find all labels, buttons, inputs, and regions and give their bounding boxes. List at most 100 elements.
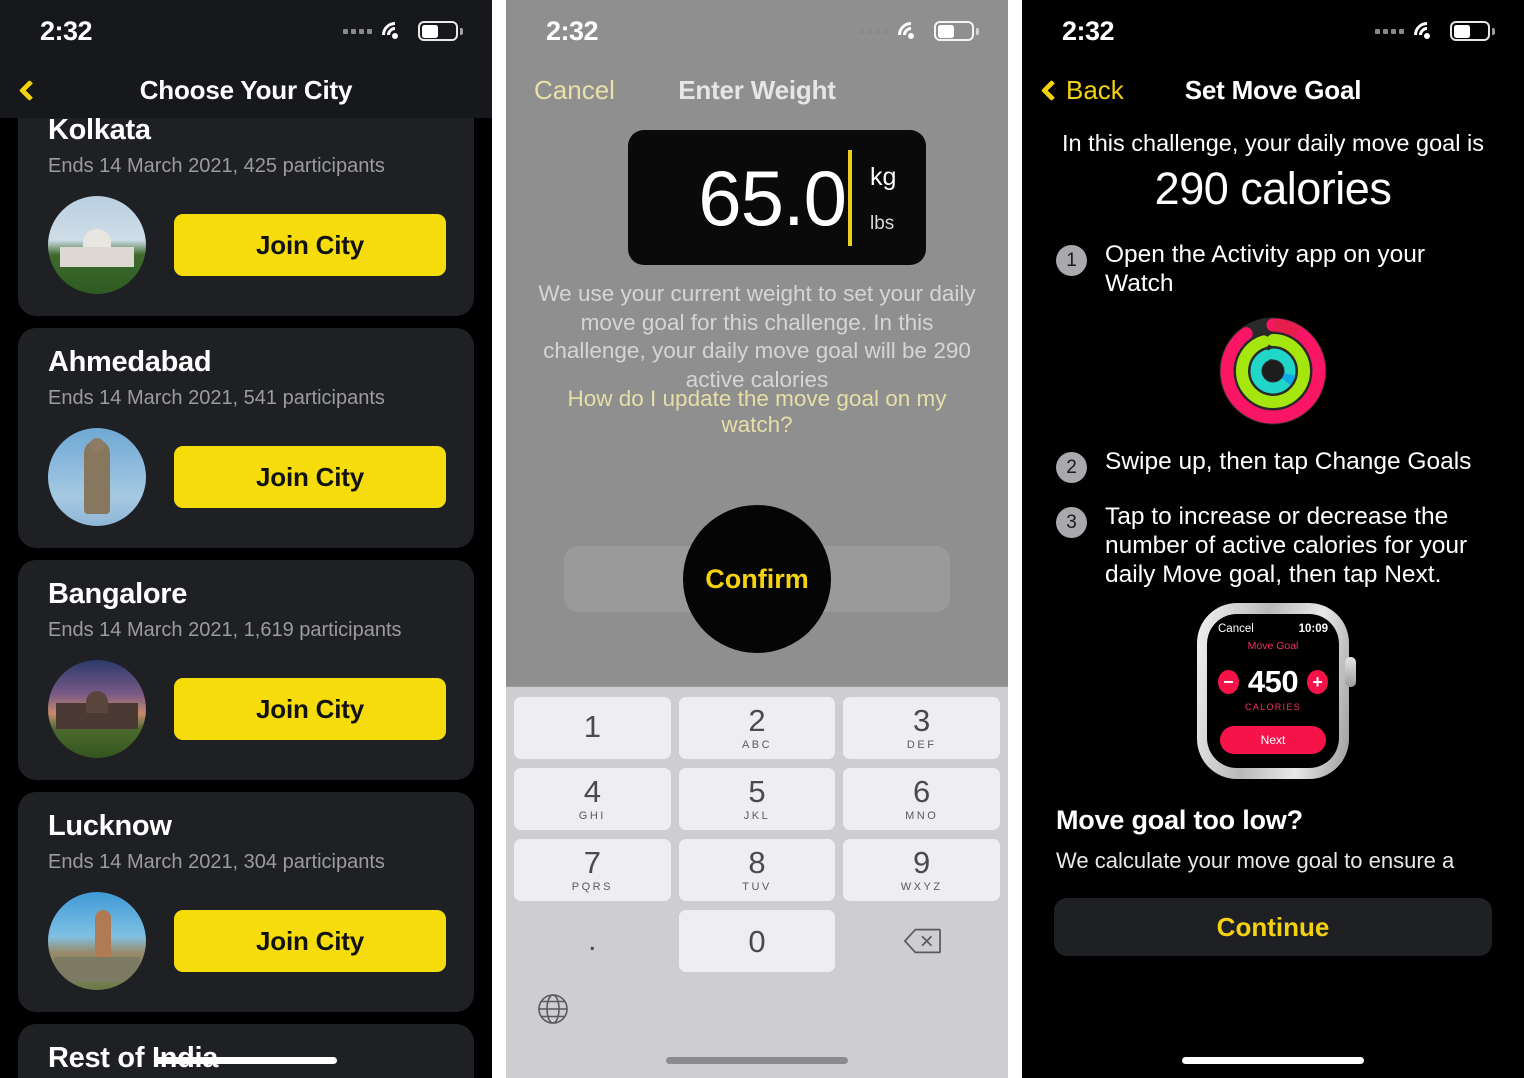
key-6[interactable]: 6 MNO — [843, 768, 1001, 830]
instruction-step-1: 1 Open the Activity app on your Watch — [1044, 241, 1502, 298]
join-city-button[interactable]: Join City — [174, 910, 446, 972]
city-thumbnail — [48, 660, 146, 758]
nav-bar: Choose Your City — [0, 62, 492, 118]
cellular-dots-icon — [859, 28, 888, 34]
instruction-step-2: 2 Swipe up, then tap Change Goals — [1044, 448, 1502, 484]
key-0[interactable]: 0 — [678, 910, 836, 972]
city-list[interactable]: Kolkata Ends 14 March 2021, 425 particip… — [0, 118, 492, 1078]
nav-bar: Cancel Enter Weight — [506, 62, 1008, 118]
home-indicator — [666, 1057, 848, 1064]
cellular-dots-icon — [1375, 28, 1404, 34]
status-bar-time: 2:32 — [546, 15, 599, 46]
watch-time: 10:09 — [1298, 623, 1328, 636]
unit-lbs[interactable]: lbs — [870, 213, 926, 235]
key-7[interactable]: 7 PQRS — [514, 839, 671, 901]
numeric-keypad[interactable]: 1 2 ABC 3 DEF 4 GHI 5 JKL 6 MNO 7 PQRS 8… — [506, 686, 1008, 1078]
backspace-icon[interactable] — [843, 910, 1000, 972]
weight-description: We use your current weight to set your d… — [538, 281, 976, 392]
key-4[interactable]: 4 GHI — [514, 768, 671, 830]
status-bar-indicators — [859, 16, 979, 53]
status-bar: 2:32 — [0, 0, 492, 62]
city-name: Lucknow — [48, 810, 172, 842]
city-thumbnail — [48, 196, 146, 294]
nav-bar: Back Set Move Goal — [1022, 62, 1524, 118]
step-number: 1 — [1056, 245, 1087, 276]
status-bar: 2:32 — [506, 0, 1008, 62]
cancel-button[interactable]: Cancel — [534, 62, 615, 118]
weight-units: kg lbs — [870, 130, 926, 265]
weight-value: 65.0 — [698, 153, 847, 242]
battery-icon — [1450, 21, 1495, 41]
status-bar-indicators — [1375, 16, 1495, 53]
city-card[interactable]: Rest of India Ends 14 March 2021, 2,155 … — [18, 1024, 474, 1078]
city-meta: Ends 14 March 2021, 425 participants — [48, 155, 385, 177]
status-bar-time: 2:32 — [40, 15, 93, 46]
key-8[interactable]: 8 TUV — [678, 839, 836, 901]
join-city-button[interactable]: Join City — [174, 678, 446, 740]
city-name: Kolkata — [48, 118, 151, 146]
key-2[interactable]: 2 ABC — [678, 697, 836, 759]
city-card[interactable]: Lucknow Ends 14 March 2021, 304 particip… — [18, 792, 474, 1012]
home-indicator — [155, 1057, 337, 1064]
cellular-dots-icon — [343, 28, 372, 34]
move-goal-value: 290 calories — [1154, 163, 1392, 214]
key-3[interactable]: 3 DEF — [843, 697, 1001, 759]
battery-icon — [934, 21, 979, 41]
page-title: Enter Weight — [678, 74, 836, 105]
key-decimal[interactable]: . — [514, 910, 671, 972]
unit-kg[interactable]: kg — [870, 163, 926, 192]
page-title: Set Move Goal — [1184, 74, 1362, 105]
continue-button[interactable]: Continue — [1054, 898, 1492, 957]
wifi-icon — [892, 16, 930, 53]
battery-icon — [418, 21, 463, 41]
step-text: Swipe up, then tap Change Goals — [1105, 448, 1472, 476]
key-9[interactable]: 9 WXYZ — [843, 839, 1001, 901]
three-panel-screenshot: 2:32 Choose Your City Kolkata Ends 14 Ma… — [0, 0, 1524, 1078]
minus-circle-icon: − — [1218, 670, 1239, 695]
wifi-icon — [376, 16, 414, 53]
instruction-step-3: 3 Tap to increase or decrease the number… — [1044, 503, 1502, 589]
confirm-button[interactable]: Confirm — [564, 546, 950, 612]
activity-rings-icon — [1044, 298, 1502, 448]
panel-choose-your-city: 2:32 Choose Your City Kolkata Ends 14 Ma… — [0, 0, 492, 1078]
panel-enter-weight: 2:32 Cancel Enter Weight 65.0 kg lbs We … — [506, 0, 1008, 1078]
city-card[interactable]: Bangalore Ends 14 March 2021, 1,619 part… — [18, 560, 474, 780]
city-thumbnail — [48, 428, 146, 526]
home-indicator — [1182, 1057, 1364, 1064]
move-goal-lead: In this challenge, your daily move goal … — [1062, 130, 1484, 156]
weight-input-display[interactable]: 65.0 kg lbs — [628, 130, 926, 265]
text-caret — [848, 149, 852, 246]
join-city-button[interactable]: Join City — [174, 214, 446, 276]
enter-weight-body: 65.0 kg lbs We use your current weight t… — [506, 118, 1008, 1078]
back-button[interactable] — [18, 62, 41, 118]
watch-calorie-unit: CALORIES — [1245, 702, 1301, 713]
move-goal-help-link[interactable]: How do I update the move goal on my watc… — [532, 386, 982, 438]
watch-next-button: Next — [1220, 726, 1326, 755]
faq-question: Move goal too low? — [1056, 805, 1303, 836]
back-button[interactable]: Back — [1040, 62, 1124, 118]
key-1[interactable]: 1 — [514, 697, 671, 759]
globe-icon[interactable] — [536, 992, 570, 1026]
join-city-button[interactable]: Join City — [174, 446, 446, 508]
city-card[interactable]: Ahmedabad Ends 14 March 2021, 541 partic… — [18, 328, 474, 548]
plus-circle-icon: + — [1307, 670, 1328, 695]
back-button-label: Back — [1066, 74, 1124, 105]
status-bar-indicators — [343, 16, 463, 53]
step-text: Tap to increase or decrease the number o… — [1105, 503, 1468, 588]
city-meta: Ends 14 March 2021, 541 participants — [48, 387, 385, 409]
watch-screen-title: Move Goal — [1247, 640, 1299, 653]
city-thumbnail — [48, 892, 146, 990]
city-meta: Ends 14 March 2021, 1,619 participants — [48, 619, 402, 641]
step-number: 3 — [1056, 507, 1087, 539]
set-move-goal-body: In this challenge, your daily move goal … — [1022, 118, 1524, 1078]
confirm-button-area[interactable]: Confirm — [564, 505, 950, 653]
page-title: Choose Your City — [139, 74, 353, 105]
key-5[interactable]: 5 JKL — [678, 768, 836, 830]
city-name: Ahmedabad — [48, 346, 212, 378]
chevron-left-icon — [18, 79, 41, 101]
city-name: Bangalore — [48, 578, 188, 610]
apple-watch-illustration: Cancel 10:09 Move Goal − 450 + CALORIES … — [1044, 589, 1502, 780]
city-card[interactable]: Kolkata Ends 14 March 2021, 425 particip… — [18, 118, 474, 316]
chevron-left-icon — [1040, 79, 1063, 101]
city-meta: Ends 14 March 2021, 304 participants — [48, 851, 385, 873]
